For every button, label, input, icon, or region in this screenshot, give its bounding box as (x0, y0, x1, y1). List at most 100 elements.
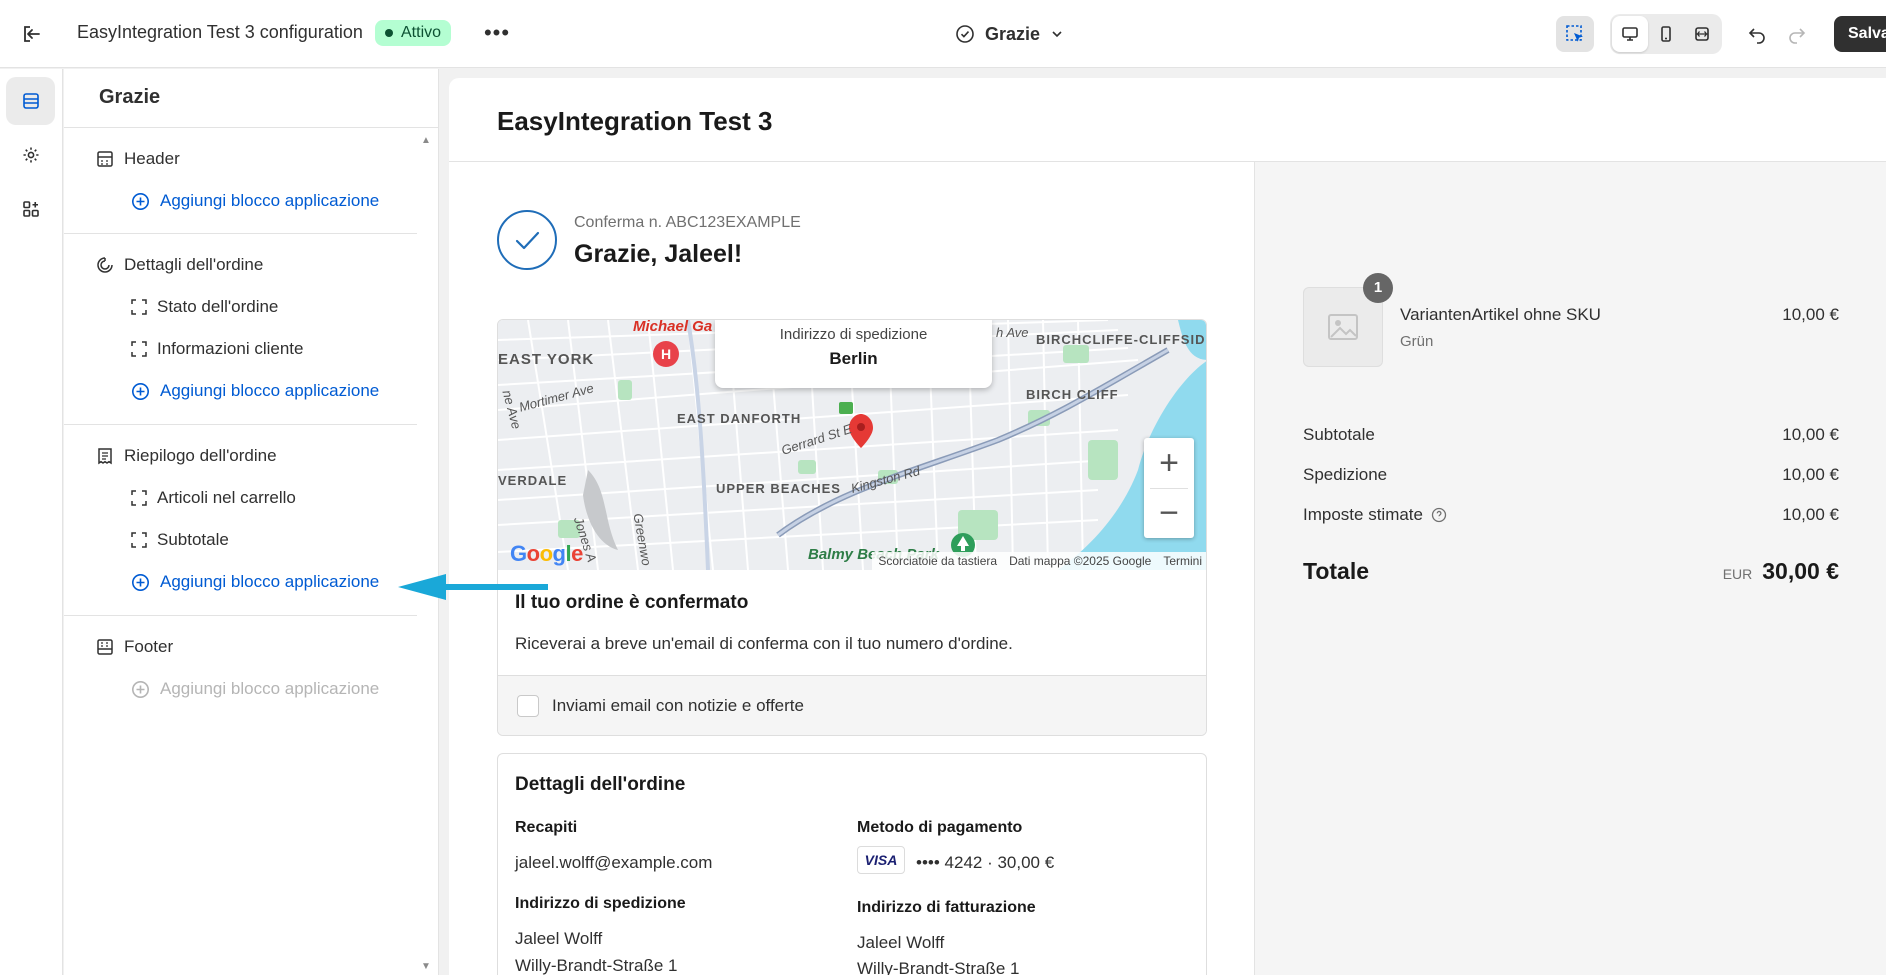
add-block-label: Aggiungi blocco applicazione (160, 191, 380, 210)
newsletter-label: Inviami email con notizie e offerte (552, 696, 804, 715)
block-subtotal[interactable]: Subtotale (131, 530, 229, 550)
block-customer-info[interactable]: Informazioni cliente (131, 339, 303, 359)
scroll-up-icon[interactable]: ▲ (421, 135, 433, 147)
shipping-map[interactable]: H Michael Ga EAST YORK Mortimer Ave ne A… (498, 320, 1206, 570)
zoom-out-button[interactable]: − (1144, 488, 1194, 538)
section-label: Dettagli dell'ordine (124, 255, 264, 274)
subtotal-label: Subtotale (1303, 425, 1375, 444)
visa-card-icon: VISA (857, 846, 905, 874)
currency-code: EUR (1722, 566, 1753, 582)
tooltip-label: Indirizzo di spedizione (779, 326, 928, 343)
map-zoom-controls: + − (1144, 438, 1194, 538)
sections-tab[interactable] (6, 77, 55, 125)
plus-circle-icon (132, 382, 149, 400)
map-label: h Ave (996, 325, 1029, 340)
product-price: 10,00 € (1782, 305, 1839, 324)
taxes-row: Imposte stimate (1303, 505, 1447, 525)
shipping-name: Jaleel Wolff (515, 929, 603, 948)
section-order-summary[interactable]: Riepilogo dell'ordine (96, 446, 277, 466)
panel-title: Grazie (99, 86, 161, 108)
block-icon (131, 532, 147, 548)
inspector-toggle[interactable] (1556, 16, 1594, 52)
plus-circle-icon (132, 680, 149, 698)
plus-circle-icon (132, 573, 149, 591)
add-block-label: Aggiungi blocco applicazione (160, 679, 380, 698)
redo-button[interactable] (1778, 16, 1816, 52)
receipt-icon (98, 448, 112, 465)
confirmation-check-icon (497, 210, 557, 270)
desktop-view-button[interactable] (1612, 16, 1648, 52)
mobile-view-button[interactable] (1648, 16, 1684, 52)
settings-tab[interactable] (6, 131, 55, 179)
thank-you-heading: Grazie, Jaleel! (574, 240, 743, 268)
block-icon (131, 299, 147, 315)
exit-icon[interactable] (18, 20, 46, 48)
subtotal-value: 10,00 € (1782, 425, 1839, 444)
terms-link[interactable]: Termini (1163, 554, 1202, 568)
shipping-value: 10,00 € (1782, 465, 1839, 484)
page-selector-label: Grazie (985, 23, 1041, 44)
tooltip-city: Berlin (829, 349, 878, 368)
shipping-address-tooltip: Indirizzo di spedizione Berlin (715, 320, 992, 388)
map-label: BIRCH CLIFF (1026, 387, 1119, 402)
undo-button[interactable] (1738, 16, 1776, 52)
section-footer[interactable]: Footer (96, 637, 173, 657)
map-label: VERDALE (498, 473, 568, 488)
product-variant: Grün (1400, 333, 1434, 350)
desktop-icon (1622, 27, 1638, 41)
order-confirmed-text: Riceverai a breve un'email di conferma c… (515, 634, 1013, 653)
quantity-badge: 1 (1363, 273, 1393, 303)
info-icon[interactable] (1431, 507, 1447, 523)
block-order-status[interactable]: Stato dell'ordine (131, 297, 278, 317)
total-row: EUR 30,00 € (1723, 558, 1839, 585)
section-label: Riepilogo dell'ordine (124, 446, 277, 465)
confirmation-number: Conferma n. ABC123EXAMPLE (574, 214, 801, 231)
add-block-label: Aggiungi blocco applicazione (160, 572, 380, 591)
order-details-title: Dettagli dell'ordine (515, 774, 686, 795)
order-summary: 1 VariantenArtikel ohne SKU Grün 10,00 €… (1254, 162, 1886, 975)
divider (64, 424, 417, 425)
scroll-down-icon[interactable]: ▼ (421, 961, 433, 973)
section-header[interactable]: Header (96, 149, 180, 169)
product-name: VariantenArtikel ohne SKU (1400, 305, 1601, 324)
image-placeholder-icon (1328, 314, 1358, 340)
total-value: 30,00 € (1762, 558, 1839, 584)
save-button[interactable]: Salva (1834, 16, 1886, 52)
more-actions-button[interactable]: ••• (482, 18, 512, 48)
add-app-block-button[interactable]: Aggiungi blocco applicazione (131, 572, 379, 592)
block-cart-items[interactable]: Articoli nel carrello (131, 488, 296, 508)
annotation-arrow (398, 574, 548, 600)
divider (64, 615, 417, 616)
billing-street: Willy-Brandt-Straße 1 (857, 959, 1020, 975)
sections-panel: Grazie ▲ Header Aggiungi blocco applicaz… (64, 69, 439, 975)
section-order-details[interactable]: Dettagli dell'ordine (96, 255, 263, 275)
order-confirmed-title: Il tuo ordine è confermato (515, 592, 749, 613)
viewport-switcher (1610, 14, 1722, 54)
add-app-block-button[interactable]: Aggiungi blocco applicazione (131, 191, 379, 211)
total-label: Totale (1303, 558, 1370, 584)
map-attribution: Scorciatoie da tastiera Dati mappa ©2025… (872, 552, 1206, 570)
order-details-icon (97, 257, 113, 273)
undo-icon (1748, 28, 1765, 44)
section-label: Header (124, 149, 180, 168)
layout-footer-icon (97, 639, 113, 655)
left-rail (0, 69, 63, 975)
fullscreen-view-button[interactable] (1684, 16, 1720, 52)
plus-circle-icon (132, 192, 149, 210)
gear-icon (23, 147, 38, 163)
add-app-block-button[interactable]: Aggiungi blocco applicazione (131, 381, 379, 401)
google-logo: Google (510, 541, 583, 566)
taxes-value: 10,00 € (1782, 505, 1839, 524)
section-label: Footer (124, 637, 174, 656)
apps-tab[interactable] (6, 185, 55, 233)
block-label: Articoli nel carrello (157, 488, 296, 507)
keyboard-shortcuts-link[interactable]: Scorciatoie da tastiera (878, 554, 997, 568)
zoom-in-button[interactable]: + (1144, 438, 1194, 488)
page-selector[interactable]: Grazie (955, 18, 1064, 50)
fullwidth-icon (1695, 27, 1709, 41)
top-bar: EasyIntegration Test 3 configuration Att… (0, 0, 1886, 68)
map-label: EAST DANFORTH (677, 411, 802, 426)
newsletter-checkbox[interactable] (517, 695, 539, 717)
divider (64, 233, 417, 234)
add-app-block-button-disabled: Aggiungi blocco applicazione (131, 679, 379, 699)
